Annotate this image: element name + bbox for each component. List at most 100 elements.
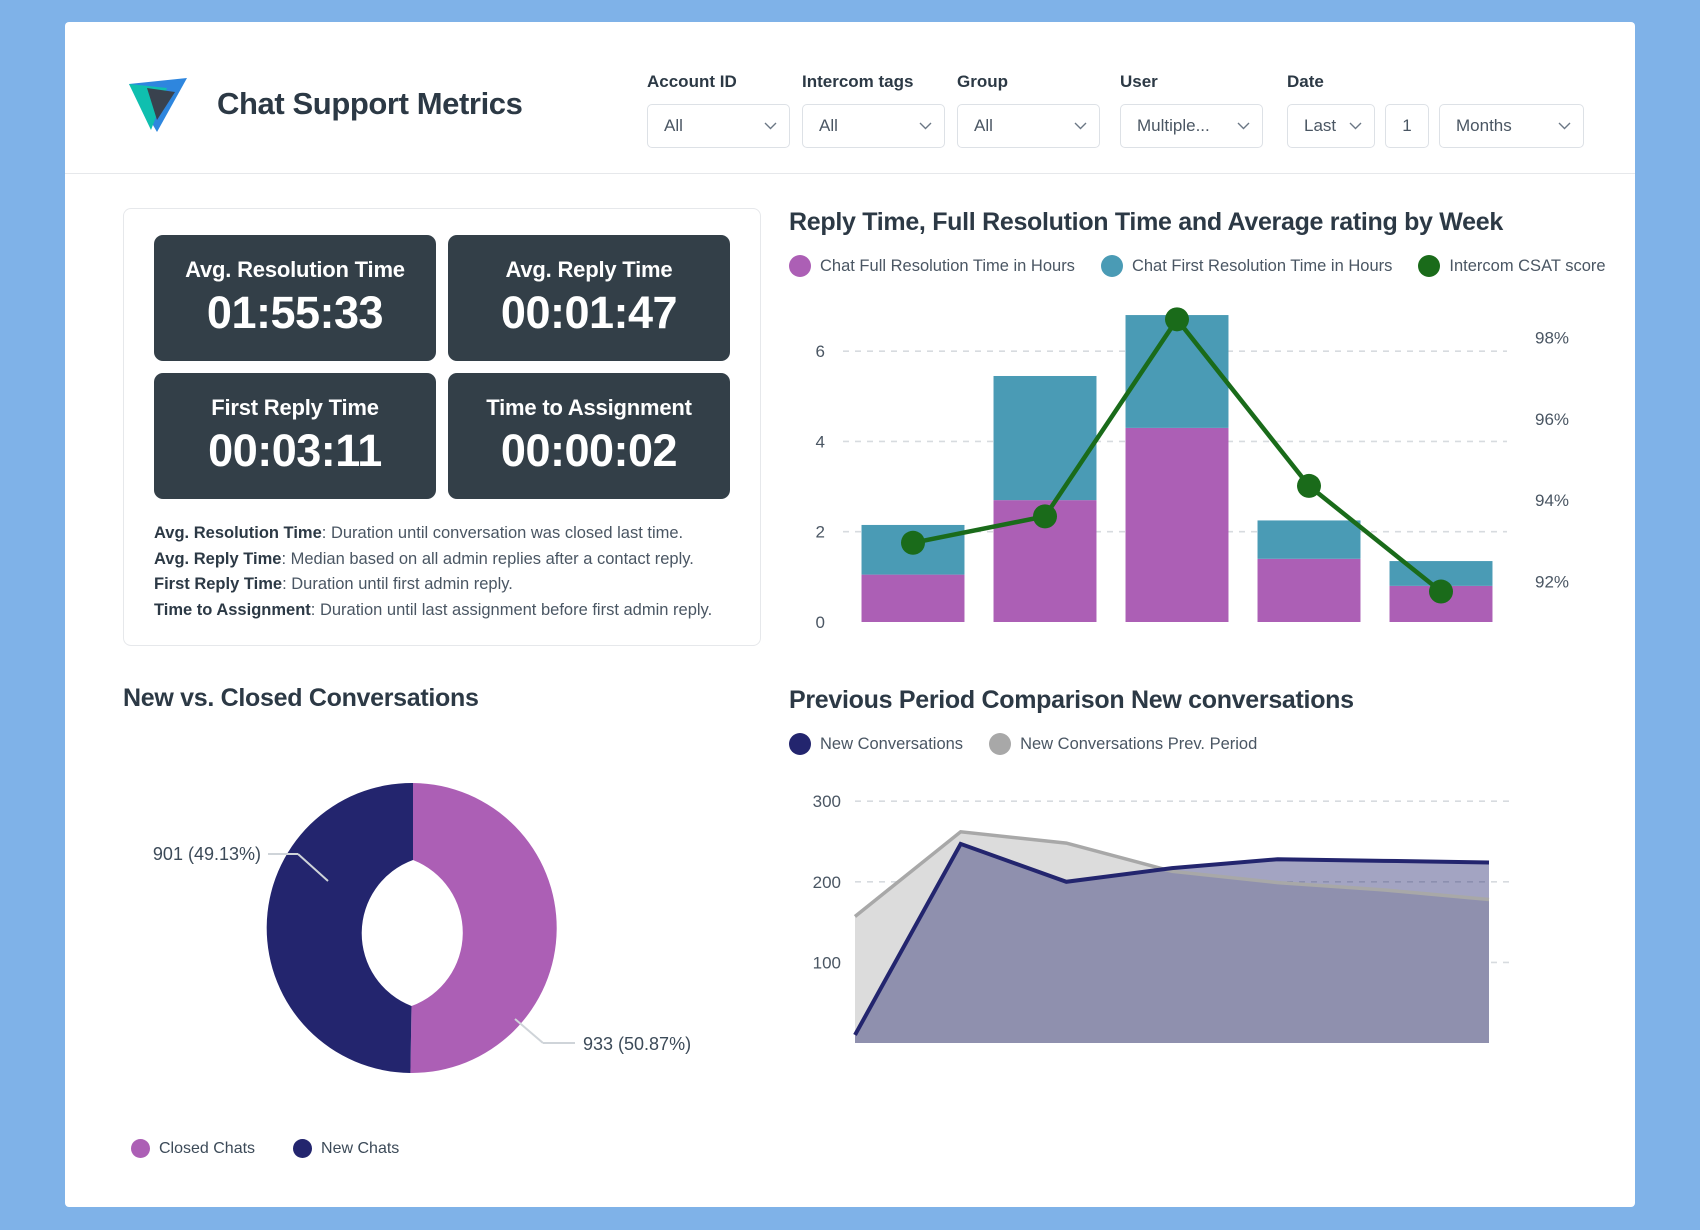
legend-dot-csat xyxy=(1418,255,1441,277)
intercom-tags-value: All xyxy=(819,116,838,135)
filter-bar: Account ID All Intercom tags All Group A… xyxy=(647,72,1584,148)
svg-text:300: 300 xyxy=(813,792,841,811)
left-column: Avg. Resolution Time 01:55:33 Avg. Reply… xyxy=(123,208,761,1159)
donut-chart-block: New vs. Closed Conversations 901 (49.13%… xyxy=(123,684,761,1159)
csat-point[interactable] xyxy=(1033,504,1057,529)
kpi-definition-desc: : Duration until last assignment before … xyxy=(310,600,713,619)
right-column: Reply Time, Full Resolution Time and Ave… xyxy=(789,208,1618,1158)
chevron-down-icon xyxy=(764,122,777,130)
csat-point[interactable] xyxy=(1165,307,1189,332)
svg-text:0: 0 xyxy=(816,613,825,632)
chevron-down-icon xyxy=(919,122,932,130)
group-value: All xyxy=(974,116,993,135)
legend-dot-closed-chats xyxy=(131,1139,150,1159)
dashboard-body: Avg. Resolution Time 01:55:33 Avg. Reply… xyxy=(65,174,1635,1159)
kpi-definition-row: Time to Assignment: Duration until last … xyxy=(154,598,730,624)
legend-item-prev-period[interactable]: New Conversations Prev. Period xyxy=(989,733,1257,755)
legend-item-csat[interactable]: Intercom CSAT score xyxy=(1418,255,1606,277)
kpi-label: Time to Assignment xyxy=(486,395,692,420)
legend-item-closed-chats[interactable]: Closed Chats xyxy=(131,1139,256,1159)
kpi-label: Avg. Resolution Time xyxy=(185,257,405,282)
bar-segment-full-resolution[interactable] xyxy=(861,574,965,622)
donut-slice-new-chats[interactable] xyxy=(266,783,413,1074)
kpi-definition-desc: : Duration until conversation was closed… xyxy=(321,524,684,542)
area-fill-new-conversations xyxy=(855,843,1489,1043)
legend-label-csat: Intercom CSAT score xyxy=(1449,256,1606,275)
date-unit-select[interactable]: Months xyxy=(1439,104,1584,148)
date-amount-input[interactable]: 1 xyxy=(1385,104,1429,148)
kpi-card-avg-reply-time: Avg. Reply Time 00:01:47 xyxy=(448,235,730,361)
svg-text:94%: 94% xyxy=(1535,491,1569,510)
legend-label-new-conversations: New Conversations xyxy=(820,734,964,753)
kpi-definition-term: Avg. Reply Time xyxy=(154,549,282,568)
svg-text:6: 6 xyxy=(816,342,825,361)
kpi-card-avg-resolution-time: Avg. Resolution Time 01:55:33 xyxy=(154,235,436,361)
chevron-down-icon xyxy=(1349,122,1362,130)
filter-label-date: Date xyxy=(1287,72,1324,91)
kpi-value: 00:03:11 xyxy=(208,425,382,476)
kpi-panel: Avg. Resolution Time 01:55:33 Avg. Reply… xyxy=(123,208,761,647)
dashboard-header: Chat Support Metrics Account ID All Inte… xyxy=(65,22,1635,174)
user-select[interactable]: Multiple... xyxy=(1120,104,1263,148)
legend-dot-new-conversations xyxy=(789,733,811,755)
bar-segment-first-resolution[interactable] xyxy=(993,375,1097,501)
filter-label-group: Group xyxy=(957,72,1008,91)
kpi-definition-row: Avg. Resolution Time: Duration until con… xyxy=(154,521,730,547)
area-chart-legend: New Conversations New Conversations Prev… xyxy=(789,733,1618,755)
kpi-definition-term: First Reply Time xyxy=(154,575,283,594)
csat-point[interactable] xyxy=(1429,579,1453,604)
kpi-grid: Avg. Resolution Time 01:55:33 Avg. Reply… xyxy=(154,235,730,499)
bar-segment-first-resolution[interactable] xyxy=(1257,520,1361,559)
kpi-definition-row: First Reply Time: Duration until first a… xyxy=(154,572,730,598)
donut-slice-closed-chats[interactable] xyxy=(410,783,557,1074)
brand: Chat Support Metrics xyxy=(127,74,647,134)
date-mode-select[interactable]: Last xyxy=(1287,104,1375,148)
legend-label-prev-period: New Conversations Prev. Period xyxy=(1020,734,1258,753)
legend-item-new-conversations[interactable]: New Conversations xyxy=(789,733,963,755)
legend-label-closed-chats: Closed Chats xyxy=(159,1139,256,1157)
area-chart-block: Previous Period Comparison New conversat… xyxy=(789,686,1618,1075)
donut-leader-line-right-2 xyxy=(514,1018,544,1045)
dashboard-page: Chat Support Metrics Account ID All Inte… xyxy=(65,22,1635,1207)
kpi-value: 01:55:33 xyxy=(206,287,384,338)
donut-svg: 901 (49.13%) 933 (50.87%) xyxy=(153,783,691,1074)
kpi-definition-term: Avg. Resolution Time xyxy=(154,524,322,542)
kpi-definition-row: Avg. Reply Time: Median based on all adm… xyxy=(154,547,730,573)
legend-label-full-resolution: Chat Full Resolution Time in Hours xyxy=(820,256,1075,275)
filter-label-account-id: Account ID xyxy=(647,72,737,91)
legend-item-first-resolution[interactable]: Chat First Resolution Time in Hours xyxy=(1100,255,1393,277)
legend-item-full-resolution[interactable]: Chat Full Resolution Time in Hours xyxy=(789,255,1075,277)
date-mode-value: Last xyxy=(1304,116,1337,135)
page-title: Chat Support Metrics xyxy=(217,86,523,121)
svg-text:200: 200 xyxy=(813,873,841,892)
filter-account-id: Account ID All xyxy=(647,72,790,148)
intercom-tags-select[interactable]: All xyxy=(802,104,945,148)
group-select[interactable]: All xyxy=(957,104,1100,148)
triangle-logo-icon xyxy=(129,78,187,132)
kpi-card-time-to-assignment: Time to Assignment 00:00:02 xyxy=(448,373,730,499)
legend-label-first-resolution: Chat First Resolution Time in Hours xyxy=(1131,256,1393,275)
svg-text:4: 4 xyxy=(816,432,825,451)
filter-label-intercom-tags: Intercom tags xyxy=(802,72,914,91)
donut-label-new-chats: 901 (49.13%) xyxy=(153,844,261,864)
donut-legend: Closed Chats New Chats xyxy=(123,1139,761,1159)
filter-date: Date Last 1 Months xyxy=(1287,72,1584,148)
date-amount-value: 1 xyxy=(1402,116,1412,135)
date-range-group: Last 1 Months xyxy=(1287,104,1584,148)
csat-point[interactable] xyxy=(1297,473,1321,498)
kpi-card-first-reply-time: First Reply Time 00:03:11 xyxy=(154,373,436,499)
chevron-down-icon xyxy=(1237,122,1250,130)
account-id-select[interactable]: All xyxy=(647,104,790,148)
kpi-value: 00:00:02 xyxy=(500,425,678,476)
csat-point[interactable] xyxy=(901,530,925,555)
svg-text:98%: 98% xyxy=(1535,329,1569,348)
kpi-definitions: Avg. Resolution Time: Duration until con… xyxy=(154,521,730,623)
bar-segment-full-resolution[interactable] xyxy=(1125,427,1229,622)
kpi-definition-desc: : Median based on all admin replies afte… xyxy=(281,549,694,568)
svg-text:96%: 96% xyxy=(1535,410,1569,429)
legend-item-new-chats[interactable]: New Chats xyxy=(293,1139,399,1159)
chevron-down-icon xyxy=(1558,122,1571,130)
bar-segment-full-resolution[interactable] xyxy=(1257,558,1361,622)
filter-intercom-tags: Intercom tags All xyxy=(802,72,945,148)
svg-text:92%: 92% xyxy=(1535,572,1569,591)
